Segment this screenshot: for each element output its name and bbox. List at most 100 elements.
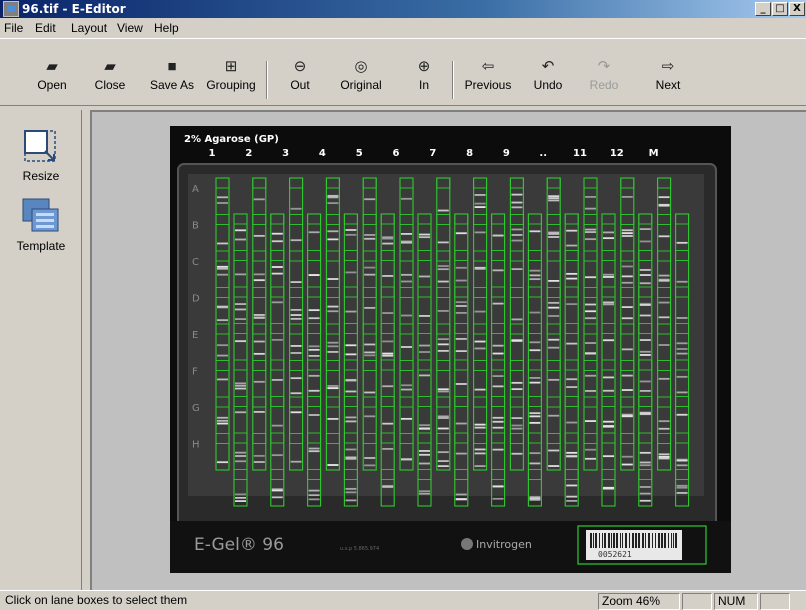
gel-band bbox=[603, 425, 614, 427]
gel-band bbox=[364, 351, 376, 354]
gel-column-label: 8 bbox=[466, 148, 473, 159]
gel-band bbox=[511, 424, 523, 427]
grouping-button[interactable]: ⊞ Grouping bbox=[203, 57, 259, 103]
maximize-button[interactable]: □ bbox=[772, 2, 788, 16]
gel-band bbox=[235, 273, 246, 276]
gel-band bbox=[217, 273, 228, 276]
gel-band bbox=[235, 340, 246, 343]
menu-layout[interactable]: Layout bbox=[71, 21, 107, 35]
gel-band bbox=[217, 354, 228, 357]
undo-button[interactable]: ↶ Undo bbox=[526, 57, 570, 103]
gel-band bbox=[603, 303, 614, 306]
gel-band bbox=[419, 275, 430, 278]
gel-patent: u.s.p 5.865.974 bbox=[340, 546, 379, 552]
gel-band bbox=[548, 195, 560, 198]
gel-band bbox=[603, 420, 614, 423]
gel-band bbox=[253, 316, 265, 319]
menu-help[interactable]: Help bbox=[154, 21, 179, 35]
gel-band bbox=[639, 499, 651, 502]
save-as-button[interactable]: ■ Save As bbox=[142, 57, 202, 103]
gel-band bbox=[364, 306, 376, 309]
gel-band bbox=[474, 423, 486, 426]
zoom-out-button[interactable]: ⊖ Out bbox=[278, 57, 322, 103]
gel-image[interactable]: ABCDEFGH 1 2 3 4 5 6 7 8 9.. 11 12 M 2% Agarose (GP… bbox=[170, 126, 731, 573]
gel-band bbox=[271, 232, 283, 235]
template-button[interactable]: Template bbox=[0, 196, 82, 253]
gel-band bbox=[566, 386, 578, 388]
gel-band bbox=[253, 198, 265, 201]
zoom-original-button[interactable]: ◎ Original bbox=[334, 57, 388, 103]
gel-band bbox=[308, 374, 320, 377]
gel-band bbox=[437, 460, 449, 462]
gel-band bbox=[492, 344, 504, 347]
minimize-button[interactable]: _ bbox=[755, 2, 771, 16]
gel-band bbox=[455, 422, 467, 425]
gel-band bbox=[585, 310, 596, 313]
gel-band bbox=[382, 448, 394, 450]
barcode-bar bbox=[642, 533, 644, 548]
zoom-original-icon: ◎ bbox=[354, 58, 368, 75]
gel-band bbox=[253, 273, 265, 276]
gel-band bbox=[603, 487, 614, 490]
gel-band bbox=[364, 464, 376, 467]
gel-band bbox=[585, 207, 596, 210]
zoom-in-button[interactable]: ⊕ In bbox=[402, 57, 446, 103]
resize-label: Resize bbox=[22, 169, 60, 183]
gel-band bbox=[345, 390, 357, 393]
zoom-out-icon: ⊖ bbox=[293, 58, 307, 75]
menu-view[interactable]: View bbox=[117, 21, 143, 35]
gel-band bbox=[290, 392, 302, 395]
gel-band bbox=[327, 194, 339, 197]
gel-band bbox=[455, 338, 467, 340]
gel-band bbox=[548, 346, 560, 349]
previous-button[interactable]: ⇦ Previous bbox=[460, 57, 516, 103]
gel-band bbox=[566, 484, 578, 487]
gel-band bbox=[235, 500, 246, 502]
barcode-bar bbox=[620, 533, 621, 548]
gel-column-label: 4 bbox=[319, 148, 326, 159]
gel-band bbox=[621, 414, 633, 417]
next-button[interactable]: ⇨ Next bbox=[646, 57, 690, 103]
gel-band bbox=[382, 422, 394, 425]
gel-band bbox=[529, 349, 541, 352]
gel-band bbox=[345, 457, 357, 460]
gel-band bbox=[235, 451, 246, 454]
close-button[interactable]: X bbox=[789, 2, 805, 16]
gel-band bbox=[585, 420, 596, 422]
invitrogen-logo-icon bbox=[461, 538, 473, 550]
gel-band bbox=[437, 388, 449, 391]
menu-file[interactable]: File bbox=[4, 21, 23, 35]
gel-band bbox=[419, 374, 430, 377]
status-panel-blank bbox=[682, 593, 712, 610]
open-button[interactable]: ▰ Open bbox=[30, 57, 74, 103]
gel-band bbox=[658, 420, 670, 423]
resize-button[interactable]: Resize bbox=[0, 128, 82, 183]
redo-button[interactable]: ↷ Redo bbox=[582, 57, 626, 103]
gel-row-label: E bbox=[192, 330, 198, 341]
gel-band bbox=[235, 387, 246, 390]
gel-band bbox=[548, 465, 560, 467]
gel-band bbox=[639, 412, 651, 415]
barcode-bar bbox=[671, 533, 672, 548]
gel-row-label: H bbox=[192, 440, 200, 451]
gel-band bbox=[492, 234, 504, 237]
gel-band bbox=[253, 279, 265, 282]
gel-band bbox=[603, 376, 614, 379]
gel-band bbox=[474, 452, 486, 455]
gel-band bbox=[474, 340, 486, 343]
menu-edit[interactable]: Edit bbox=[35, 21, 56, 35]
close-file-button[interactable]: ▰ Close bbox=[88, 57, 132, 103]
gel-band bbox=[327, 345, 339, 348]
gel-band bbox=[364, 391, 376, 394]
gel-band bbox=[566, 229, 578, 232]
gel-band bbox=[511, 417, 523, 419]
gel-band bbox=[474, 465, 486, 468]
gel-band bbox=[639, 274, 651, 276]
gel-band bbox=[474, 206, 486, 208]
gel-band bbox=[492, 497, 504, 500]
gel-band bbox=[455, 266, 467, 269]
gel-band bbox=[382, 242, 394, 245]
gel-band bbox=[676, 464, 688, 467]
gel-band bbox=[437, 343, 449, 346]
gel-band bbox=[217, 419, 228, 422]
